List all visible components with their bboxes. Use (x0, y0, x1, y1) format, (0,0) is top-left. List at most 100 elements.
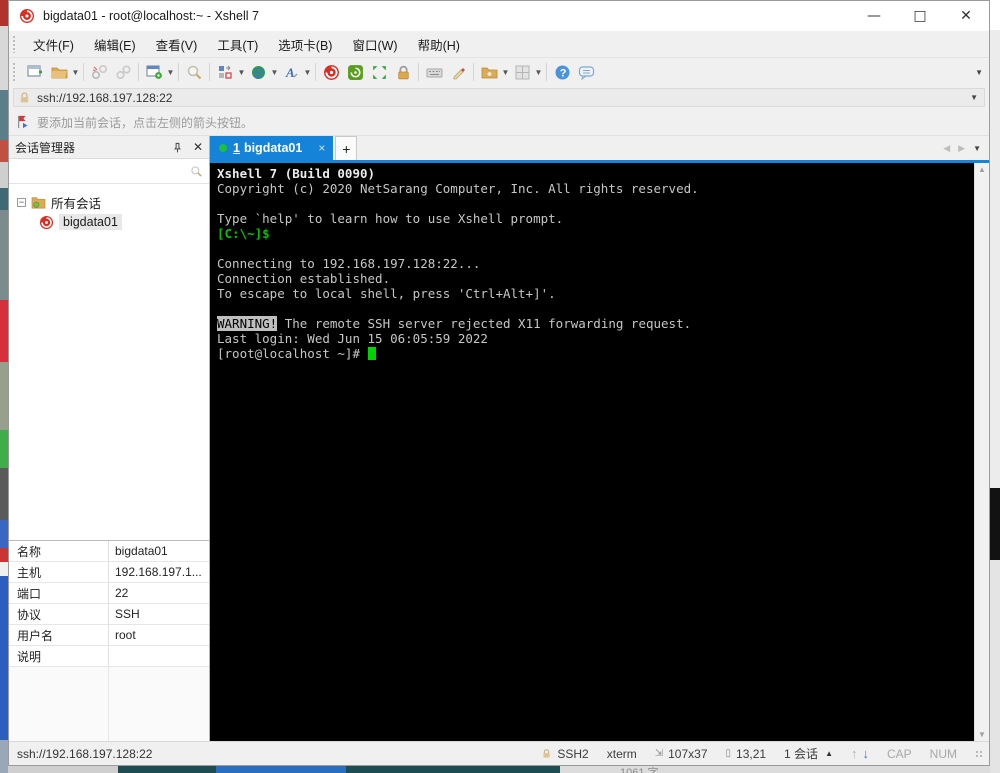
status-cursor-label: 13,21 (736, 746, 767, 761)
tree-collapse-icon[interactable]: − (17, 197, 26, 207)
open-session-button[interactable] (47, 60, 71, 84)
xftp-app-button[interactable] (343, 60, 367, 84)
open-dropdown-arrow[interactable]: ▼ (71, 68, 80, 77)
encoding-dropdown-arrow[interactable]: ▼ (270, 68, 279, 77)
menu-item-tools[interactable]: 工具(T) (207, 31, 268, 57)
tab-close-icon[interactable]: × (318, 141, 325, 155)
feedback-button[interactable] (574, 60, 598, 84)
minimize-button[interactable]: — (851, 1, 897, 31)
add-session-flag-icon (18, 115, 28, 129)
num-lock-indicator: NUM (929, 746, 957, 761)
address-url: ssh://192.168.197.128:22 (37, 90, 173, 105)
property-label: 协议 (9, 604, 109, 624)
toolbar-overflow-arrow[interactable]: ▼ (975, 68, 983, 77)
tab-list-dropdown-icon[interactable]: ▼ (973, 144, 981, 153)
toolbar-separator (473, 63, 474, 81)
tree-item-bigdata01[interactable]: bigdata01 (9, 212, 209, 232)
background-partial-text: 1061 字 (620, 767, 659, 773)
status-terminal-type[interactable]: xterm (607, 747, 637, 761)
maximize-button[interactable]: □ (897, 1, 943, 31)
menu-item-window[interactable]: 窗口(W) (342, 31, 407, 57)
terminal-scrollbar[interactable]: ▲ ▼ (974, 163, 989, 741)
main-content: 会话管理器 ✕ − 所有会话 bigdata01 名称 bigdata01 主机… (9, 136, 989, 741)
layout-button[interactable] (213, 60, 237, 84)
highlight-button[interactable] (446, 60, 470, 84)
new-folder-button[interactable] (477, 60, 501, 84)
menu-item-file[interactable]: 文件(F) (23, 31, 84, 57)
terminal-prompt-line: [root@localhost ~]# (217, 346, 974, 361)
virtual-keyboard-button[interactable] (422, 60, 446, 84)
tile-dropdown-arrow[interactable]: ▼ (534, 68, 543, 77)
status-lock-icon (543, 749, 550, 758)
disconnect-button[interactable] (87, 60, 111, 84)
background-bottom-strip: 1061 字 (8, 766, 990, 773)
new-tab-button[interactable]: + (335, 136, 358, 160)
property-value: bigdata01 (115, 544, 168, 558)
menubar-grip[interactable] (12, 34, 17, 54)
session-count-dropdown-icon[interactable]: ▲ (825, 749, 833, 758)
menu-item-edit[interactable]: 编辑(E) (84, 31, 146, 57)
scroll-down-icon[interactable]: ▼ (978, 730, 986, 739)
xshell-app-button[interactable] (319, 60, 343, 84)
new-session-button[interactable] (23, 60, 47, 84)
find-button[interactable] (182, 60, 206, 84)
font-dropdown-arrow[interactable]: ▼ (303, 68, 312, 77)
scroll-up-icon[interactable]: ▲ (978, 165, 986, 174)
new-folder-dropdown-arrow[interactable]: ▼ (501, 68, 510, 77)
status-terminal-label: xterm (606, 746, 637, 761)
session-properties-icon (145, 64, 162, 79)
properties-dropdown-arrow[interactable]: ▼ (166, 68, 175, 77)
open-folder-icon (51, 67, 67, 78)
address-lock-icon (20, 92, 29, 103)
window-resize-grip[interactable] (975, 749, 983, 758)
tab-scroll-left-icon[interactable]: ◀ (943, 143, 950, 154)
reconnect-icon (115, 64, 131, 79)
session-tree: − 所有会话 bigdata01 (9, 184, 209, 540)
status-session-count[interactable]: 1 会话 ▲ (784, 745, 833, 762)
address-dropdown-arrow[interactable]: ▼ (970, 93, 980, 102)
font-button[interactable]: A (279, 60, 303, 84)
close-button[interactable]: ✕ (943, 1, 989, 31)
toolbar-grip[interactable] (12, 62, 17, 82)
help-button[interactable]: ? (550, 60, 574, 84)
terminal-output[interactable]: Xshell 7 (Build 0090) Copyright (c) 2020… (210, 163, 974, 741)
pin-icon[interactable] (172, 142, 183, 153)
encoding-button[interactable] (246, 60, 270, 84)
title-bar: bigdata01 - root@localhost:~ - Xshell 7 … (9, 1, 989, 31)
tab-scroll-right-icon[interactable]: ▶ (958, 143, 965, 154)
chat-bubble-icon (578, 65, 594, 80)
toolbar-separator (138, 63, 139, 81)
status-cursor-position[interactable]: ▯ 13,21 (726, 747, 767, 761)
download-arrow-icon[interactable]: ↓ (862, 746, 869, 761)
property-value: 22 (115, 586, 129, 600)
new-session-icon (26, 64, 42, 77)
terminal-line: Xshell 7 (Build 0090) (217, 166, 376, 181)
tree-item-all-sessions[interactable]: − 所有会话 (9, 192, 209, 212)
session-search-icon[interactable] (190, 165, 203, 178)
address-field[interactable]: ssh://192.168.197.128:22 ▼ (13, 88, 985, 107)
property-label: 端口 (9, 583, 109, 603)
terminal-line: To escape to local shell, press 'Ctrl+Al… (217, 286, 556, 301)
fullscreen-button[interactable] (367, 60, 391, 84)
menu-item-help[interactable]: 帮助(H) (408, 31, 470, 57)
session-properties-button[interactable] (142, 60, 166, 84)
terminal-pane: 1 bigdata01 × + ◀ ▶ ▼ Xshell 7 (Build 00… (210, 136, 989, 741)
session-search-input[interactable] (15, 164, 190, 178)
menu-item-tabs[interactable]: 选项卡(B) (268, 31, 342, 57)
layout-dropdown-arrow[interactable]: ▼ (237, 68, 246, 77)
tab-bigdata01[interactable]: 1 bigdata01 × (210, 136, 334, 160)
upload-arrow-icon[interactable]: ↑ (851, 746, 858, 761)
property-row-port: 端口 22 (9, 583, 209, 604)
panel-close-icon[interactable]: ✕ (193, 140, 203, 154)
status-protocol[interactable]: SSH2 (541, 747, 589, 761)
menu-item-view[interactable]: 查看(V) (146, 31, 208, 57)
reconnect-button[interactable] (111, 60, 135, 84)
status-terminal-size[interactable]: ⇲ 107x37 (655, 747, 708, 761)
toolbar-separator (83, 63, 84, 81)
lock-screen-button[interactable] (391, 60, 415, 84)
tile-windows-button[interactable] (510, 60, 534, 84)
terminal-line: Connection established. (217, 271, 391, 286)
shell-prompt: [root@localhost ~]# (217, 346, 368, 361)
